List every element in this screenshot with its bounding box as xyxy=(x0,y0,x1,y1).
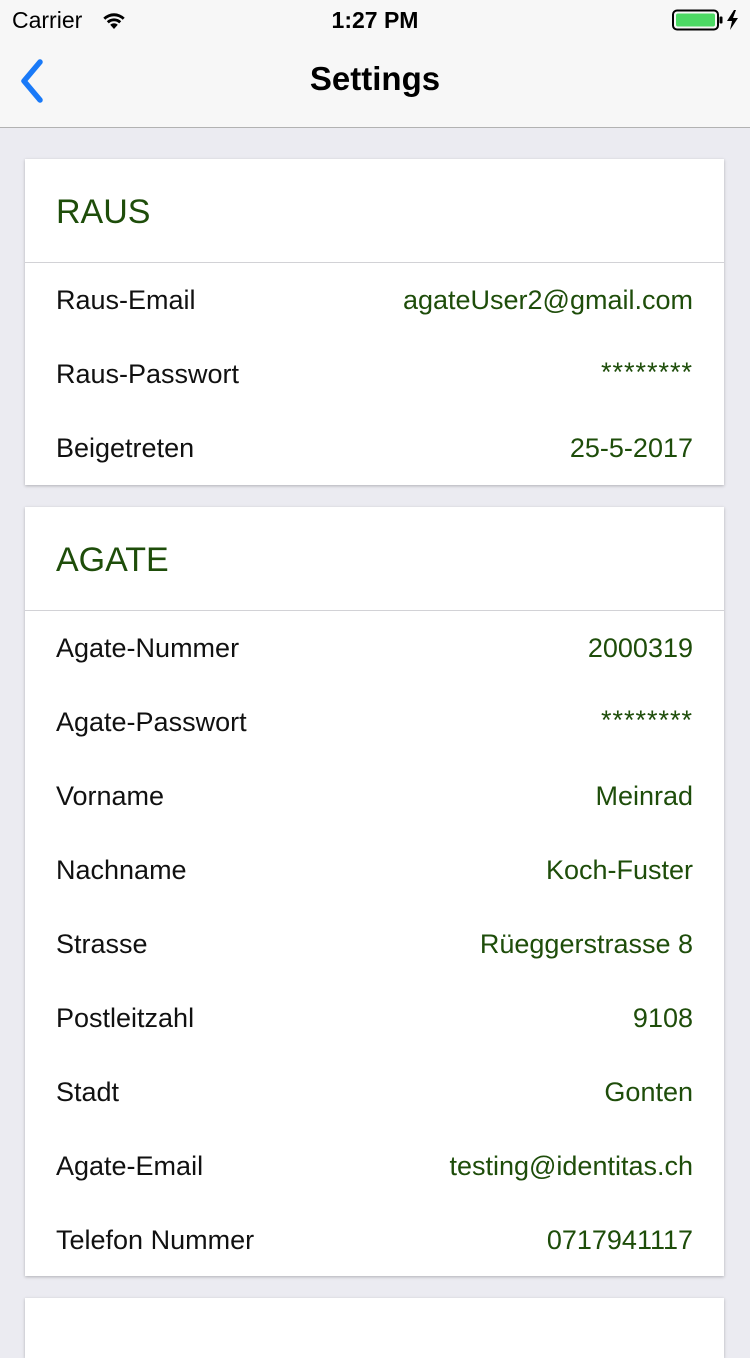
row-label: Telefon Nummer xyxy=(56,1225,255,1255)
row-value: Meinrad xyxy=(595,781,693,811)
settings-row-agate-email[interactable]: Agate-Email testing@identitas.ch xyxy=(25,1129,724,1203)
settings-row-stadt[interactable]: Stadt Gonten xyxy=(25,1055,724,1129)
row-value: testing@identitas.ch xyxy=(449,1151,693,1181)
row-label: Strasse xyxy=(56,929,148,959)
page-title: Settings xyxy=(309,60,441,97)
section-card-raus: RAUS Raus-Email agateUser2@gmail.com Rau… xyxy=(25,159,724,485)
row-value: 25-5-2017 xyxy=(569,433,693,463)
battery-charging-icon xyxy=(672,9,738,31)
settings-row-nachname[interactable]: Nachname Koch-Fuster xyxy=(25,833,724,907)
row-value: Gonten xyxy=(604,1077,693,1107)
section-title: AGATE xyxy=(56,541,169,579)
settings-row-postleitzahl[interactable]: Postleitzahl 9108 xyxy=(25,981,724,1055)
status-bar: Carrier 1:27 PM xyxy=(0,0,750,40)
navigation-bar: Settings xyxy=(0,40,750,128)
row-label: Postleitzahl xyxy=(56,1003,195,1033)
row-label: Nachname xyxy=(56,855,187,885)
settings-row-raus-email[interactable]: Raus-Email agateUser2@gmail.com xyxy=(25,263,724,337)
row-value: Koch-Fuster xyxy=(545,855,693,885)
section-header: RAUS xyxy=(25,159,724,263)
row-label: Vorname xyxy=(56,781,165,811)
settings-row-agate-nummer[interactable]: Agate-Nummer 2000319 xyxy=(25,611,724,685)
row-label: Agate-Nummer xyxy=(56,633,240,663)
section-card-agate: AGATE Agate-Nummer 2000319 Agate-Passwor… xyxy=(25,507,724,1276)
row-value: agateUser2@gmail.com xyxy=(402,285,693,315)
row-value: Rüeggerstrasse 8 xyxy=(479,929,693,959)
section-header: AGATE xyxy=(25,507,724,611)
settings-row-telefon-nummer[interactable]: Telefon Nummer 0717941117 xyxy=(25,1203,724,1277)
section-card-partial xyxy=(25,1298,724,1358)
settings-row-beigetreten[interactable]: Beigetreten 25-5-2017 xyxy=(25,411,724,485)
row-value: ******** xyxy=(600,705,693,735)
settings-row-agate-passwort[interactable]: Agate-Passwort ******** xyxy=(25,685,724,759)
row-value: ******** xyxy=(600,357,693,387)
row-label: Beigetreten xyxy=(56,433,195,463)
row-value: 0717941117 xyxy=(546,1225,693,1255)
status-time: 1:27 PM xyxy=(331,7,419,33)
row-label: Agate-Email xyxy=(56,1151,204,1181)
row-value: 2000319 xyxy=(587,633,693,663)
settings-row-strasse[interactable]: Strasse Rüeggerstrasse 8 xyxy=(25,907,724,981)
section-title: RAUS xyxy=(56,193,151,231)
row-value: 9108 xyxy=(632,1003,693,1033)
row-label: Agate-Passwort xyxy=(56,707,247,737)
row-label: Raus-Passwort xyxy=(56,359,240,389)
row-label: Stadt xyxy=(56,1077,120,1107)
settings-row-raus-passwort[interactable]: Raus-Passwort ******** xyxy=(25,337,724,411)
row-label: Raus-Email xyxy=(56,285,196,315)
settings-row-vorname[interactable]: Vorname Meinrad xyxy=(25,759,724,833)
